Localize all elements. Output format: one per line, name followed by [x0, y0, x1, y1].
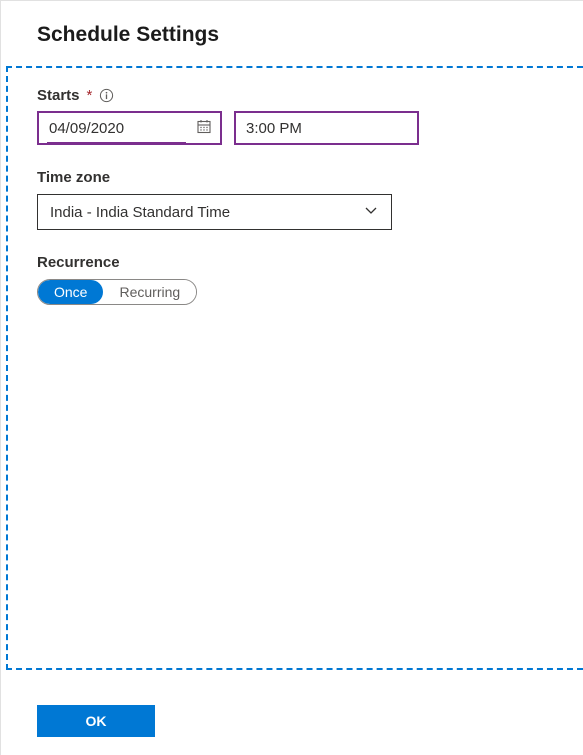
- timezone-select[interactable]: India - India Standard Time: [37, 194, 392, 230]
- date-input-wrapper[interactable]: [37, 111, 222, 145]
- header: Schedule Settings: [1, 1, 583, 65]
- content: Starts *: [1, 65, 583, 305]
- chevron-down-icon: [363, 203, 379, 222]
- time-input-wrapper[interactable]: [234, 111, 419, 145]
- time-input[interactable]: [236, 113, 417, 143]
- starts-inputs-row: [37, 111, 547, 145]
- date-input[interactable]: [39, 113, 220, 143]
- starts-label: Starts: [37, 87, 80, 104]
- toggle-once[interactable]: Once: [38, 280, 103, 304]
- toggle-recurring[interactable]: Recurring: [103, 280, 196, 304]
- recurrence-toggle: Once Recurring: [37, 279, 197, 305]
- timezone-field-group: Time zone India - India Standard Time: [37, 169, 547, 230]
- starts-field-group: Starts *: [37, 87, 547, 145]
- footer: OK: [37, 705, 155, 737]
- info-icon[interactable]: [99, 88, 114, 103]
- starts-label-row: Starts *: [37, 87, 547, 104]
- page-title: Schedule Settings: [37, 23, 547, 47]
- required-indicator: *: [87, 87, 93, 104]
- recurrence-field-group: Recurrence Once Recurring: [37, 254, 547, 305]
- timezone-value: India - India Standard Time: [38, 204, 391, 221]
- recurrence-label: Recurrence: [37, 254, 547, 271]
- timezone-label: Time zone: [37, 169, 547, 186]
- ok-button[interactable]: OK: [37, 705, 155, 737]
